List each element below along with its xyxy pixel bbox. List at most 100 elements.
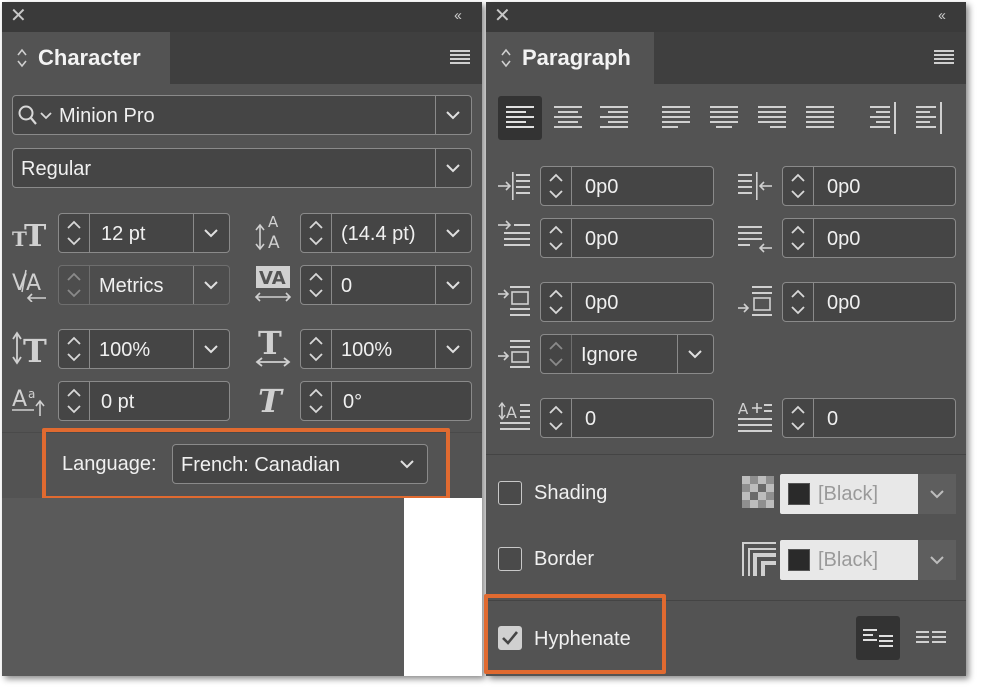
baseline-shift-icon: A a — [12, 387, 45, 416]
stepper-icon[interactable] — [59, 382, 89, 420]
skew-value: 0° — [343, 391, 363, 413]
align-left-button[interactable] — [498, 96, 542, 140]
chevron-down-icon[interactable] — [445, 163, 461, 173]
drop-cap-lines-value: 0 — [585, 408, 597, 430]
character-panel-empty-area — [2, 498, 404, 676]
svg-text:T: T — [258, 382, 284, 418]
font-size-value: 12 pt — [101, 223, 146, 245]
paragraph-tabstrip: Paragraph — [486, 32, 966, 84]
font-size-icon: T T — [12, 219, 47, 250]
first-line-indent-value: 0p0 — [585, 228, 619, 250]
paragraph-composer-icon[interactable] — [916, 629, 946, 647]
sort-arrows-icon — [17, 48, 27, 68]
drop-cap-chars-icon: A — [738, 400, 772, 432]
align-away-from-spine-icon[interactable] — [914, 102, 944, 134]
collapse-icon[interactable]: ‹‹ — [454, 8, 462, 23]
language-highlight — [42, 428, 450, 500]
stepper-icon[interactable] — [783, 399, 813, 437]
justify-left-icon[interactable] — [662, 106, 690, 130]
svg-text:A: A — [506, 403, 517, 422]
close-icon[interactable]: ✕ — [494, 6, 511, 26]
chevron-down-icon[interactable] — [445, 344, 461, 354]
stepper-icon[interactable] — [783, 167, 813, 205]
stepper-icon — [549, 341, 563, 367]
right-indent-icon — [738, 172, 772, 200]
stepper-icon[interactable] — [541, 283, 571, 321]
chevron-down-icon[interactable] — [203, 344, 219, 354]
justify-all-icon[interactable] — [806, 106, 834, 130]
skew-field[interactable]: 0° — [300, 381, 472, 421]
first-line-indent-field[interactable]: 0p0 — [540, 218, 714, 258]
chevron-down-icon — [930, 556, 944, 565]
horizontal-scale-field[interactable]: 100% — [300, 329, 472, 369]
stepper-icon[interactable] — [59, 214, 89, 252]
chevron-down-icon[interactable] — [445, 280, 461, 290]
tab-character[interactable]: Character — [2, 32, 170, 84]
justify-center-icon[interactable] — [710, 106, 738, 130]
align-right-icon[interactable] — [600, 106, 628, 130]
space-after-field[interactable]: 0p0 — [782, 282, 956, 322]
leading-field[interactable]: (14.4 pt) — [300, 213, 472, 253]
chevron-down-icon[interactable] — [203, 280, 219, 290]
last-line-indent-field[interactable]: 0p0 — [782, 218, 956, 258]
align-towards-spine-icon[interactable] — [868, 102, 898, 134]
left-indent-icon — [498, 172, 530, 200]
svg-text:A: A — [738, 400, 749, 418]
font-size-field[interactable]: 12 pt — [58, 213, 230, 253]
stepper-icon[interactable] — [59, 330, 89, 368]
tab-character-label: Character — [38, 45, 141, 70]
collapse-icon[interactable]: ‹‹ — [938, 8, 946, 23]
sort-arrows-icon — [501, 48, 511, 68]
tracking-field[interactable]: 0 — [300, 265, 472, 305]
space-before-field[interactable]: 0p0 — [540, 282, 714, 322]
single-line-composer-button[interactable] — [856, 616, 900, 660]
kerning-field[interactable]: Metrics — [58, 265, 230, 305]
shading-checkbox[interactable] — [498, 481, 522, 505]
baseline-shift-field[interactable]: 0 pt — [58, 381, 230, 421]
stepper-icon[interactable] — [783, 283, 813, 321]
swatch-black — [788, 483, 810, 505]
drop-cap-lines-field[interactable]: 0 — [540, 398, 714, 438]
space-before-value: 0p0 — [585, 292, 619, 314]
stepper-icon[interactable] — [301, 214, 331, 252]
chevron-down-icon[interactable] — [445, 110, 461, 120]
align-to-grid-dropdown[interactable]: Ignore — [540, 334, 714, 374]
border-checkbox[interactable] — [498, 547, 522, 571]
character-panel: ✕ ‹‹ Character Minion Pro Regular T T 12… — [2, 2, 482, 676]
svg-text:A: A — [268, 213, 279, 231]
left-indent-field[interactable]: 0p0 — [540, 166, 714, 206]
right-indent-field[interactable]: 0p0 — [782, 166, 956, 206]
align-center-icon[interactable] — [554, 106, 582, 130]
shading-swatch-dropdown[interactable]: [Black] — [780, 474, 956, 514]
chevron-down-icon[interactable] — [445, 228, 461, 238]
paragraph-panel-topbar — [486, 2, 966, 32]
stepper-icon[interactable] — [541, 219, 571, 257]
font-family-field[interactable]: Minion Pro — [12, 95, 472, 135]
panel-menu-icon[interactable] — [934, 50, 954, 64]
font-family-value: Minion Pro — [59, 105, 155, 127]
tab-paragraph[interactable]: Paragraph — [486, 32, 654, 84]
panel-menu-icon[interactable] — [450, 50, 470, 64]
svg-text:a: a — [28, 387, 35, 401]
drop-cap-chars-field[interactable]: 0 — [782, 398, 956, 438]
stepper-icon[interactable] — [783, 219, 813, 257]
stepper-icon[interactable] — [541, 399, 571, 437]
vertical-scale-icon: T — [12, 331, 47, 366]
stepper-icon[interactable] — [541, 167, 571, 205]
stepper-icon[interactable] — [301, 382, 331, 420]
svg-text:A: A — [12, 387, 27, 412]
svg-text:T: T — [23, 332, 47, 366]
chevron-down-icon — [930, 490, 944, 499]
vertical-scale-field[interactable]: 100% — [58, 329, 230, 369]
border-swatch-dropdown[interactable]: [Black] — [780, 540, 956, 580]
chevron-down-icon[interactable] — [203, 228, 219, 238]
justify-right-icon[interactable] — [758, 106, 786, 130]
skew-icon: T — [258, 382, 284, 418]
chevron-down-icon[interactable] — [687, 349, 703, 359]
stepper-icon[interactable] — [301, 266, 331, 304]
close-icon[interactable]: ✕ — [10, 6, 27, 26]
drop-cap-lines-icon: A — [498, 401, 530, 430]
stepper-icon[interactable] — [301, 330, 331, 368]
font-style-field[interactable]: Regular — [12, 148, 472, 188]
search-icon — [18, 105, 52, 125]
